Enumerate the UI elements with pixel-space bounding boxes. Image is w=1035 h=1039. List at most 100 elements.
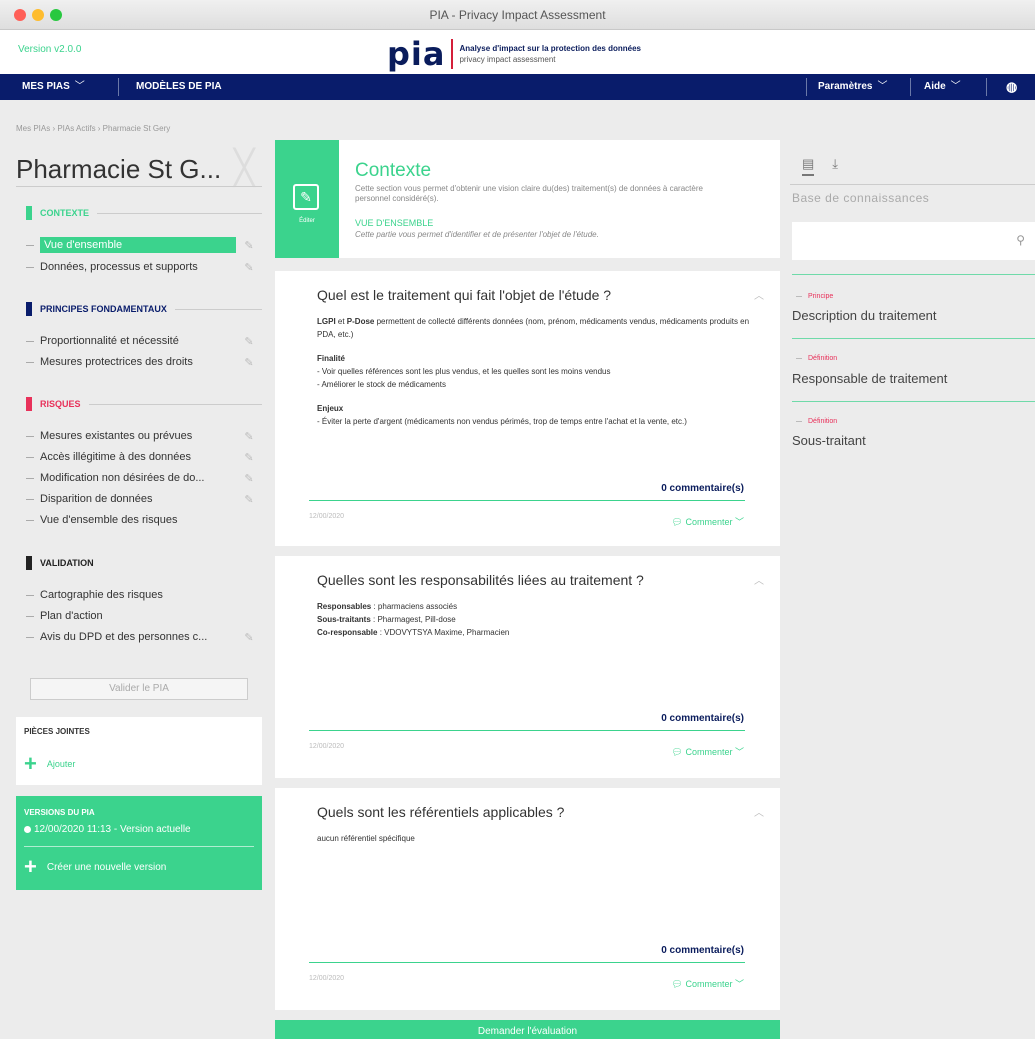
knowledge-search-input[interactable] bbox=[792, 222, 992, 260]
collapse-icon[interactable]: ︿ bbox=[754, 287, 764, 302]
book-icon[interactable]: ▤ bbox=[802, 156, 815, 176]
comments-count[interactable]: 0 commentaire(s) bbox=[661, 483, 744, 494]
comments-count[interactable]: 0 commentaire(s) bbox=[661, 713, 744, 724]
comment-label: Commenter bbox=[685, 517, 733, 527]
nav-divider bbox=[910, 78, 911, 96]
dash bbox=[796, 420, 802, 422]
sidebar-item-mesures-droits[interactable]: Mesures protectrices des droits ✎ bbox=[26, 353, 256, 371]
collapse-icon[interactable]: ︿ bbox=[754, 572, 764, 587]
nav-parametres[interactable]: Paramètres ﹀ bbox=[808, 74, 897, 100]
comments-count[interactable]: 0 commentaire(s) bbox=[661, 945, 744, 956]
divider bbox=[88, 403, 262, 405]
context-edit-panel[interactable]: ✎ Éditer bbox=[275, 140, 339, 258]
add-attachment-button[interactable]: + Ajouter bbox=[24, 753, 76, 775]
close-icon[interactable]: ╳ bbox=[234, 148, 254, 188]
dash bbox=[26, 266, 34, 268]
dash bbox=[796, 295, 802, 297]
validate-pia-button[interactable]: Valider le PIA bbox=[30, 678, 248, 700]
category-label: Principe bbox=[808, 293, 834, 300]
nav-mes-pias-label: MES PIAS bbox=[22, 81, 70, 92]
knowledge-base-title: Base de connaissances bbox=[792, 191, 930, 205]
sidebar-item-cartographie[interactable]: Cartographie des risques bbox=[26, 586, 256, 604]
app-version: Version v2.0.0 bbox=[18, 44, 82, 55]
sidebar-item-plan-action[interactable]: Plan d'action bbox=[26, 607, 256, 625]
divider bbox=[792, 274, 1035, 275]
download-icon[interactable]: ⤓ bbox=[832, 156, 838, 176]
context-title: Contexte bbox=[355, 160, 432, 181]
request-evaluation-button[interactable]: Demander l'évaluation bbox=[275, 1020, 780, 1039]
divider bbox=[309, 962, 745, 963]
knowledge-item-category: Principe bbox=[796, 293, 833, 300]
divider bbox=[16, 186, 262, 187]
logo-word: pia bbox=[387, 35, 446, 73]
new-version-button[interactable]: + Créer une nouvelle version bbox=[24, 856, 166, 878]
question-title: Quels sont les référentiels applicables … bbox=[317, 804, 565, 820]
context-subdescription: Cette partie vous permet d'identifier et… bbox=[355, 230, 599, 239]
text: - Voir quelles références sont les plus … bbox=[317, 367, 611, 376]
context-side-label: Éditer bbox=[299, 218, 315, 224]
answer-date: 12/00/2020 bbox=[309, 975, 345, 982]
knowledge-item-description-traitement[interactable]: Description du traitement bbox=[792, 308, 937, 323]
sidebar-item-vue-risques[interactable]: Vue d'ensemble des risques bbox=[26, 511, 256, 529]
nav-mes-pias[interactable]: MES PIAS ﹀ bbox=[12, 74, 95, 100]
main-navbar: MES PIAS ﹀ MODÈLES DE PIA Paramètres ﹀ Aid… bbox=[0, 74, 1035, 100]
edit-icon: ✎ bbox=[244, 261, 254, 274]
section-label: CONTEXTE bbox=[40, 208, 90, 218]
sidebar-item-proportionnalite[interactable]: Proportionnalité et nécessité ✎ bbox=[26, 332, 256, 350]
section-contexte: CONTEXTE bbox=[26, 206, 262, 220]
sidebar-item-label: Vue d'ensemble bbox=[40, 237, 236, 253]
comment-button[interactable]: 💬︎ Commenter ﹀ bbox=[672, 745, 744, 758]
knowledge-tabs: ▤ ⤓ bbox=[802, 156, 838, 176]
answer-date: 12/00/2020 bbox=[309, 743, 345, 750]
nav-modeles[interactable]: MODÈLES DE PIA bbox=[126, 74, 232, 100]
sidebar-item-acces-illegitime[interactable]: Accès illégitime à des données ✎ bbox=[26, 448, 256, 466]
search-icon[interactable]: ⚲ bbox=[1016, 233, 1025, 247]
comment-label: Commenter bbox=[685, 979, 733, 989]
dash bbox=[26, 519, 34, 521]
divider bbox=[174, 308, 262, 310]
nav-aide[interactable]: Aide ﹀ bbox=[914, 74, 971, 100]
knowledge-item-sous-traitant[interactable]: Sous-traitant bbox=[792, 433, 866, 448]
sidebar-item-label: Cartographie des risques bbox=[40, 589, 163, 601]
sidebar-item-modification[interactable]: Modification non désirées de do... ✎ bbox=[26, 469, 256, 487]
category-label: Définition bbox=[808, 418, 838, 425]
sidebar-item-label: Plan d'action bbox=[40, 610, 103, 622]
comment-button[interactable]: 💬︎ Commenter ﹀ bbox=[672, 977, 744, 990]
breadcrumb[interactable]: Mes PIAs › PIAs Actifs › Pharmacie St Ge… bbox=[16, 124, 170, 133]
language-globe-icon[interactable]: ◍ bbox=[996, 74, 1027, 100]
question-answer[interactable]: Responsables : pharmaciens associés Sous… bbox=[317, 600, 757, 639]
text: - Améliorer le stock de médicaments bbox=[317, 380, 446, 389]
knowledge-item-responsable[interactable]: Responsable de traitement bbox=[792, 371, 947, 386]
edit-icon: ✎ bbox=[244, 472, 254, 485]
current-version[interactable]: 12/00/2020 11:13 - Version actuelle bbox=[24, 824, 191, 835]
answer-line: Responsables : pharmaciens associés bbox=[317, 600, 757, 613]
add-attachment-label: Ajouter bbox=[46, 759, 76, 769]
sidebar-item-disparition[interactable]: Disparition de données ✎ bbox=[26, 490, 256, 508]
question-answer[interactable]: aucun référentiel spécifique bbox=[317, 832, 757, 845]
comment-button[interactable]: 💬︎ Commenter ﹀ bbox=[672, 515, 744, 528]
comment-label: Commenter bbox=[685, 747, 733, 757]
sidebar-item-label: Disparition de données bbox=[40, 493, 153, 505]
dash bbox=[796, 357, 802, 359]
sidebar-item-avis-dpd[interactable]: Avis du DPD et des personnes c... ✎ bbox=[26, 628, 256, 646]
logo-tagline-2: privacy impact assessment bbox=[459, 55, 556, 64]
pia-logo[interactable]: pia Analyse d'impact sur la protection d… bbox=[387, 36, 641, 72]
window-title: PIA - Privacy Impact Assessment bbox=[429, 8, 606, 22]
section-color-bar bbox=[26, 206, 32, 220]
question-title: Quelles sont les responsabilités liées a… bbox=[317, 572, 644, 588]
question-answer[interactable]: LGPI et P-Dose permettent de collecté di… bbox=[317, 315, 757, 439]
dash bbox=[26, 498, 34, 500]
question-title: Quel est le traitement qui fait l'objet … bbox=[317, 287, 612, 303]
divider bbox=[97, 212, 262, 214]
bold-text: Finalité bbox=[317, 354, 346, 363]
versions-panel: VERSIONS DU PIA 12/00/2020 11:13 - Versi… bbox=[16, 796, 262, 890]
edit-icon: ✎ bbox=[244, 451, 254, 464]
collapse-icon[interactable]: ︿ bbox=[754, 804, 764, 819]
sidebar-item-label: Modification non désirées de do... bbox=[40, 472, 205, 484]
sidebar-item-mesures-existantes[interactable]: Mesures existantes ou prévues ✎ bbox=[26, 427, 256, 445]
logo-divider bbox=[451, 39, 454, 69]
sidebar-item-vue-ensemble[interactable]: Vue d'ensemble ✎ bbox=[26, 236, 256, 254]
sidebar-item-donnees[interactable]: Données, processus et supports ✎ bbox=[26, 258, 256, 276]
answer-paragraph: Finalité - Voir quelles références sont l… bbox=[317, 352, 757, 391]
chevron-down-icon: ﹀ bbox=[877, 81, 888, 92]
